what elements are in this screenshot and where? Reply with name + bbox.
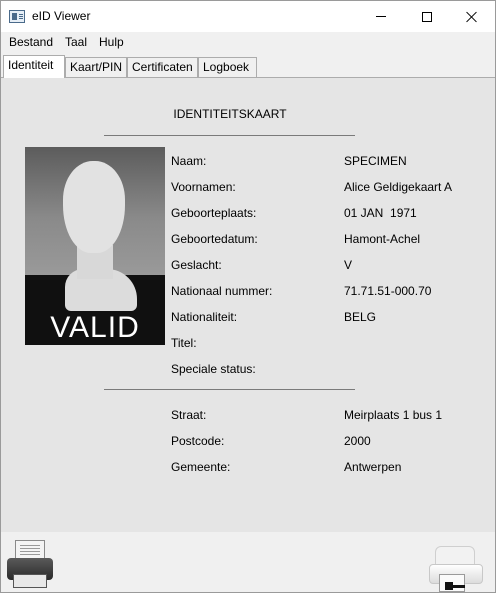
maximize-icon [422,11,432,22]
card-title-text: IDENTITEITSKAART [173,107,287,121]
printer-tray [13,574,47,588]
value-nationaliteit: BELG [344,310,377,324]
minimize-button[interactable] [358,1,404,32]
tab-logboek[interactable]: Logboek [198,57,257,77]
bottom-toolbar [1,532,495,592]
label-speciale-status: Speciale status: [171,362,256,376]
value-voornamen: Alice Geldigekaart A [344,180,453,194]
label-geboortedatum: Geboortedatum: [171,232,258,246]
card-chip-contact [451,585,465,588]
label-postcode: Postcode: [171,434,225,448]
menu-bar: Bestand Taal Hulp [1,32,495,53]
maximize-button[interactable] [404,1,450,32]
label-gemeente: Gemeente: [171,460,231,474]
label-straat: Straat: [171,408,207,422]
close-icon [466,11,478,23]
label-naam: Naam: [171,154,207,168]
minimize-icon [376,16,386,17]
photo-valid-overlay: VALID [50,311,140,344]
card-title: IDENTITEITSKAART [1,107,495,121]
close-button[interactable] [449,1,495,32]
id-photo: VALID [25,147,165,345]
label-nationaal-nummer: Nationaal nummer: [171,284,273,298]
app-icon [9,10,25,23]
value-naam: SPECIMEN [344,154,407,168]
label-nationaliteit: Nationaliteit: [171,310,238,324]
eid-viewer-window: eID Viewer Bestand Taal Hulp Identiteit … [0,0,496,593]
value-straat: Meirplaats 1 bus 1 [344,408,443,422]
label-geslacht: Geslacht: [171,258,222,272]
title-bar[interactable]: eID Viewer [1,1,495,32]
identity-panel: IDENTITEITSKAART VALID Naam: SPECIMEN Vo… [1,77,495,532]
tab-identiteit[interactable]: Identiteit [3,55,65,78]
menu-hulp[interactable]: Hulp [99,35,124,49]
menu-taal[interactable]: Taal [65,35,87,49]
divider-address [104,389,355,390]
value-geboorteplaats: 01 JAN 1971 [344,206,417,220]
print-button[interactable] [7,540,53,590]
value-geslacht: V [344,258,353,272]
divider-top [104,135,355,136]
value-gemeente: Antwerpen [344,460,402,474]
printer-icon [15,540,45,560]
tab-kaart-pin[interactable]: Kaart/PIN [65,57,127,77]
value-postcode: 2000 [344,434,371,448]
label-titel: Titel: [171,336,197,350]
label-voornamen: Voornamen: [171,180,236,194]
menu-bestand[interactable]: Bestand [9,35,53,49]
tab-certificaten[interactable]: Certificaten [127,57,198,77]
value-nationaal-nummer: 71.71.51-000.70 [344,284,432,298]
photo-silhouette-head [63,161,125,253]
label-geboorteplaats: Geboorteplaats: [171,206,257,220]
value-geboortedatum: Hamont-Achel [344,232,421,246]
card-reader-button[interactable] [429,546,483,592]
tab-strip: Identiteit Kaart/PIN Certificaten Logboe… [1,55,495,78]
window-title: eID Viewer [32,9,91,23]
